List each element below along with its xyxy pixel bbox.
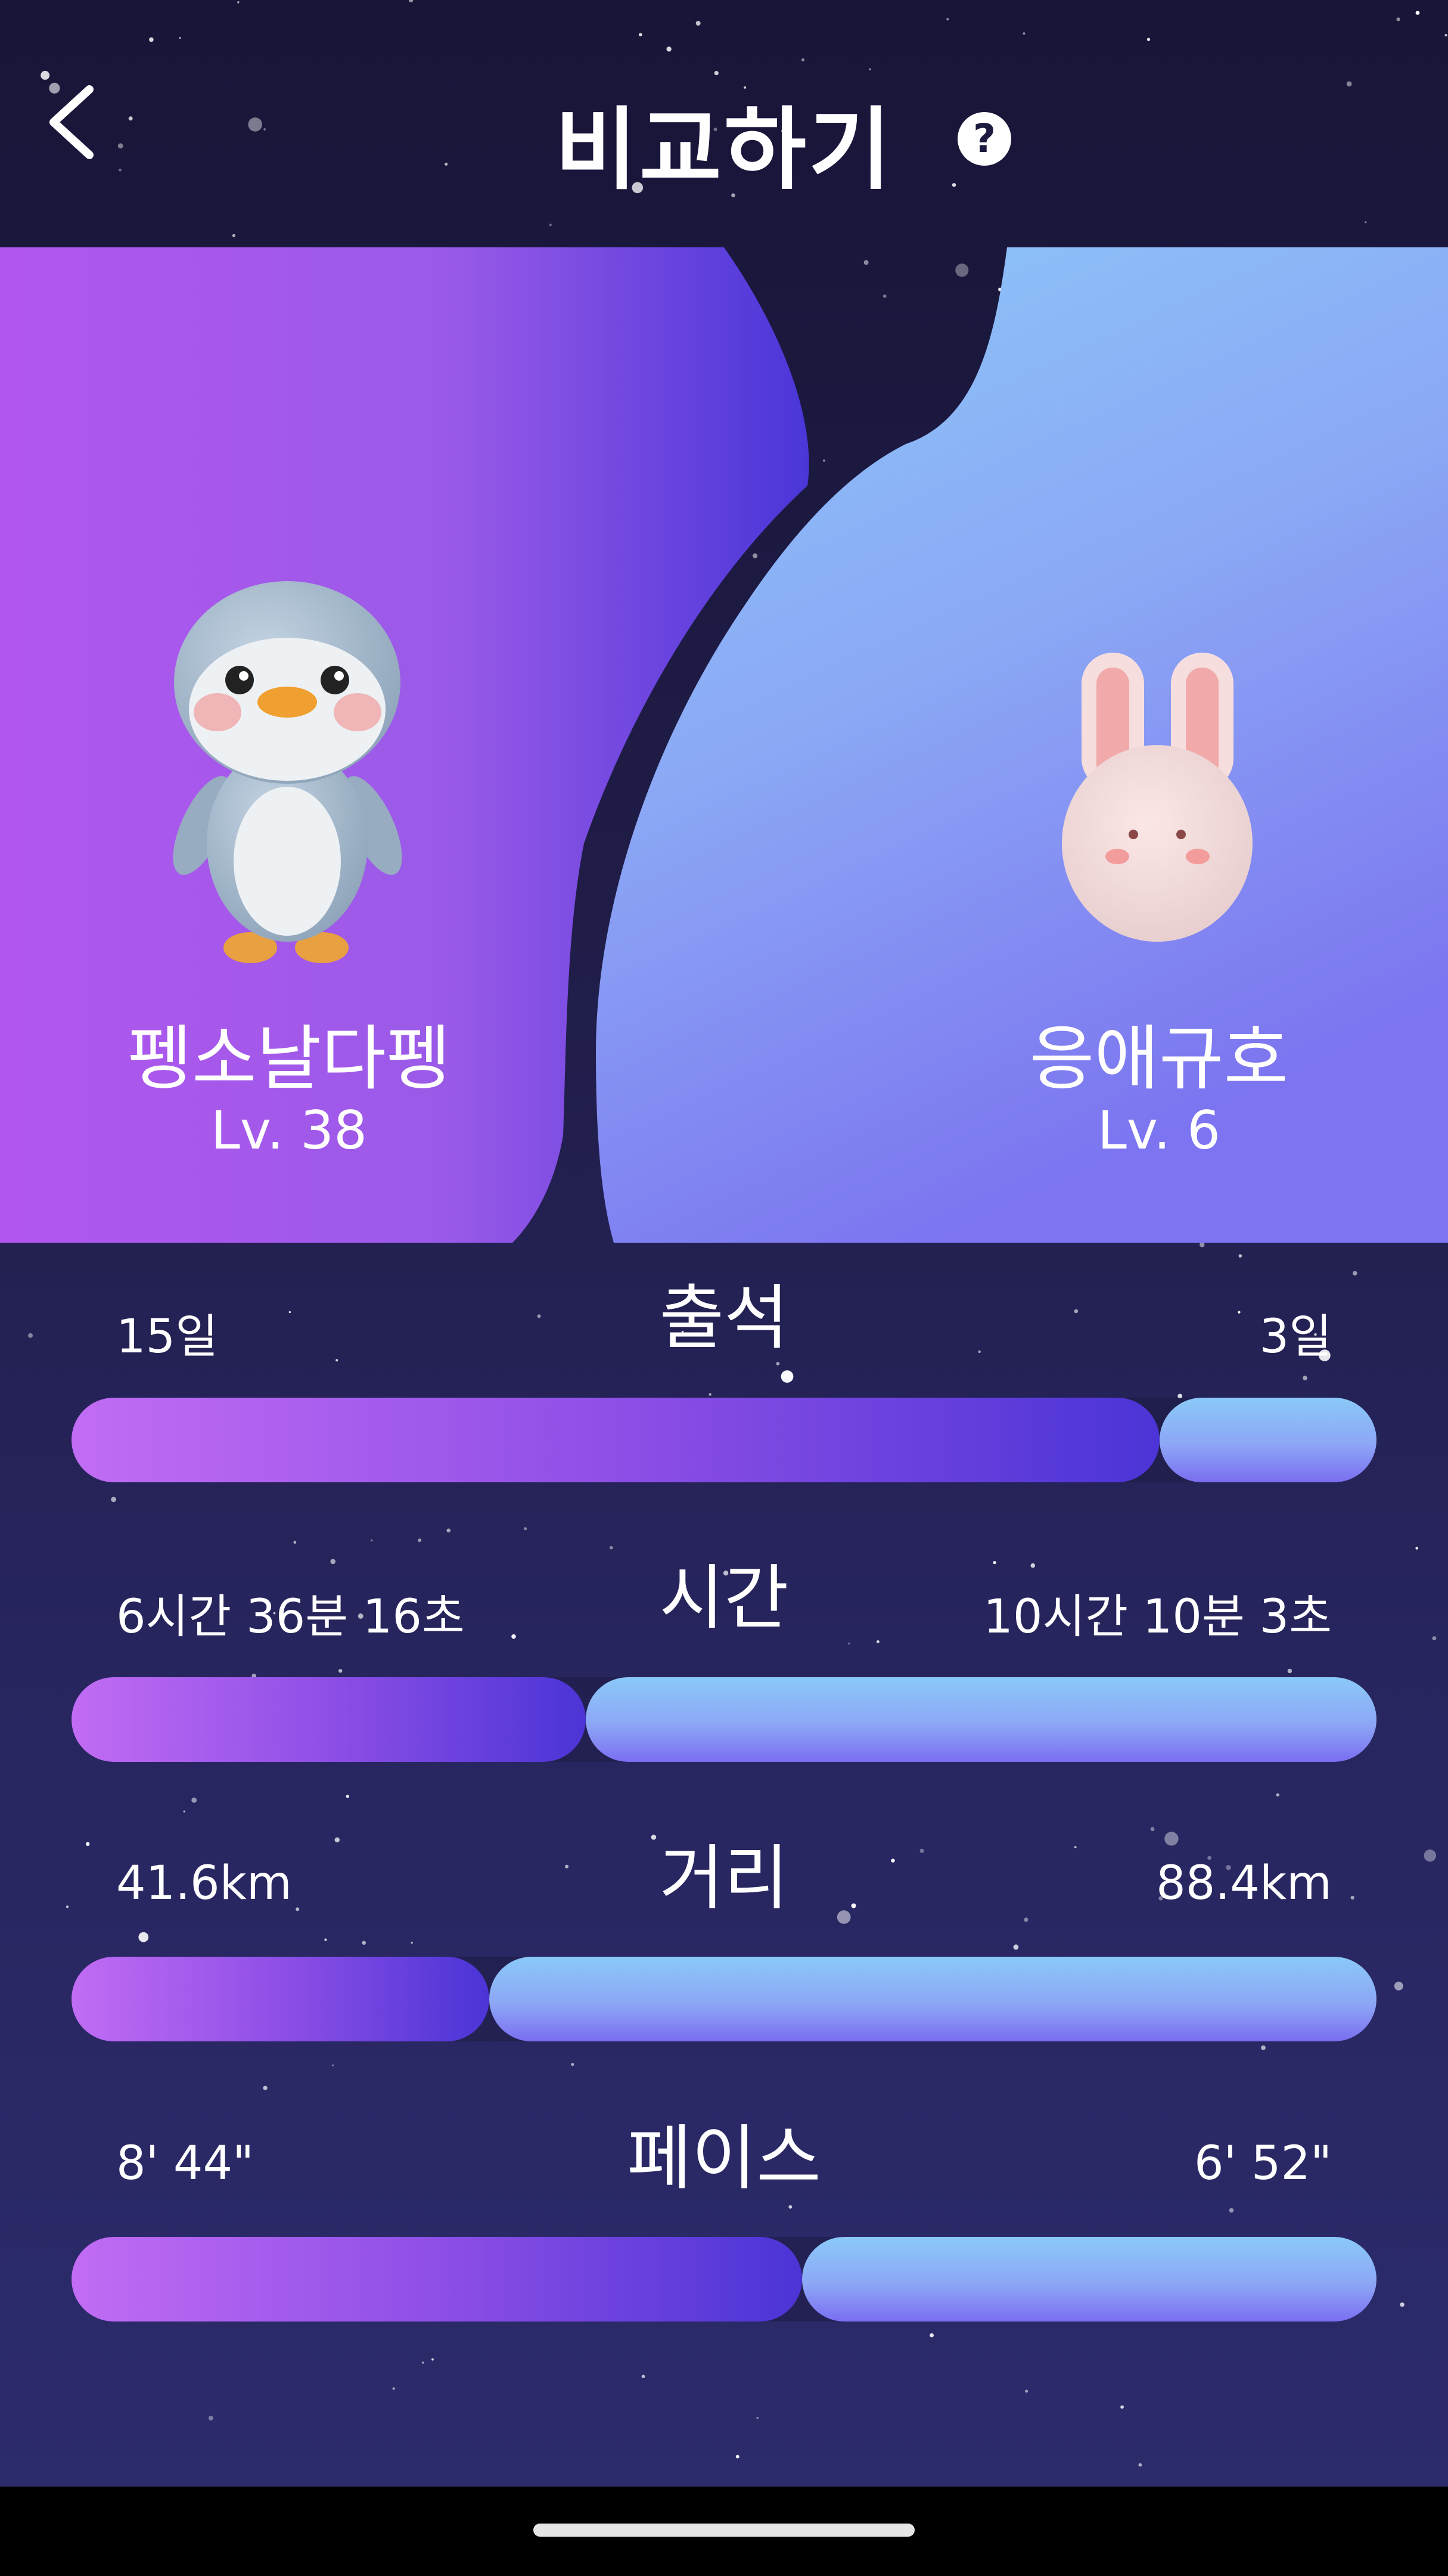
star: [324, 1938, 327, 1941]
star: [1303, 1376, 1307, 1380]
star: [641, 2375, 645, 2378]
star: [1287, 1668, 1292, 1674]
rabbit-icon: [1062, 653, 1253, 942]
star: [422, 2361, 424, 2364]
star: [930, 2333, 934, 2338]
left-bar-fill: [72, 1398, 1160, 1482]
star: [1138, 2463, 1142, 2467]
left-player-level: Lv. 38: [210, 1100, 368, 1161]
star: [138, 1932, 149, 1942]
star: [183, 1810, 185, 1812]
star: [1200, 1242, 1205, 1247]
star: [756, 2417, 759, 2419]
stat-left-value: 41.6km: [116, 1857, 292, 1910]
right-bar-fill: [802, 2237, 1376, 2321]
star: [111, 1497, 117, 1503]
star: [1394, 1981, 1403, 1991]
stat-right-value: 6' 52": [1194, 2137, 1332, 2190]
star: [781, 1370, 794, 1383]
star: [362, 1941, 366, 1945]
comparison-screen: 비교하기 ? 펭소날다펭 Lv. 38 응애규호 Lv. 6 출석 15일 3일…: [0, 0, 1448, 2487]
comparison-bar: [72, 1677, 1376, 1762]
system-navigation-bar: [0, 2487, 1448, 2576]
star: [446, 1528, 451, 1533]
star: [263, 2085, 268, 2090]
right-player-level: Lv. 6: [1097, 1100, 1221, 1161]
star: [571, 2063, 574, 2066]
right-bar-fill: [489, 1957, 1376, 2041]
star: [1013, 1944, 1019, 1950]
star: [848, 1642, 850, 1645]
star: [392, 2387, 395, 2390]
home-indicator[interactable]: [533, 2524, 915, 2537]
comparison-bar: [72, 1398, 1376, 1482]
comparison-bar: [72, 2237, 1376, 2321]
star: [524, 1527, 527, 1531]
right-player-name: 응애규호: [1029, 1017, 1289, 1100]
star: [431, 2358, 434, 2361]
stat-left-value: 8' 44": [116, 2137, 254, 2190]
star: [735, 2454, 739, 2459]
star: [331, 2064, 334, 2066]
left-bar-fill: [72, 1677, 586, 1762]
star: [709, 1393, 711, 1396]
star: [1229, 2208, 1234, 2213]
star: [1276, 1793, 1279, 1797]
stat-right-value: 88.4km: [1156, 1857, 1332, 1910]
star: [338, 1669, 343, 1673]
header: 비교하기 ?: [0, 0, 1448, 247]
comparison-bar: [72, 1957, 1376, 2041]
stat-right-value: 10시간 10분 3초: [983, 1590, 1332, 1644]
left-bar-fill: [72, 1957, 489, 2041]
page-title: 비교하기: [554, 98, 893, 202]
star: [346, 1795, 349, 1798]
star: [208, 2416, 213, 2421]
star: [1238, 1254, 1242, 1258]
right-bar-fill: [585, 1677, 1376, 1762]
star: [191, 1797, 197, 1803]
star: [788, 2205, 793, 2209]
stat-right-value: 3일: [1259, 1310, 1332, 1364]
star: [1120, 2405, 1124, 2409]
right-bar-fill: [1160, 1398, 1376, 1482]
left-player-name: 펭소날다펭: [127, 1017, 451, 1100]
star: [1261, 2045, 1266, 2050]
stat-left-value: 6시간 36분 16초: [116, 1590, 465, 1644]
left-bar-fill: [72, 2237, 803, 2321]
player-comparison-panel: 펭소날다펭 Lv. 38 응애규호 Lv. 6: [0, 247, 1448, 1243]
star: [1400, 2302, 1405, 2307]
penguin-icon: [173, 581, 402, 963]
stat-left-value: 15일: [116, 1310, 219, 1364]
star: [411, 1941, 413, 1944]
help-button[interactable]: ?: [958, 112, 1011, 166]
star: [1025, 2389, 1028, 2393]
